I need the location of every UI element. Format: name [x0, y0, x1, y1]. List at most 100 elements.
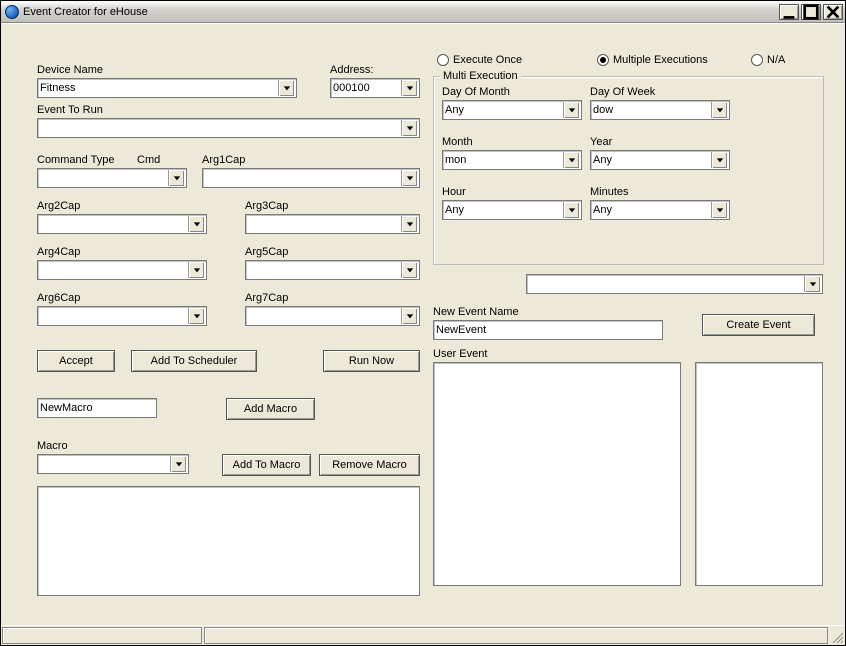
chevron-down-icon[interactable]	[563, 102, 579, 118]
minutes-value: Any	[593, 204, 711, 216]
command-type-combo[interactable]	[37, 168, 187, 188]
chevron-down-icon[interactable]	[401, 216, 417, 232]
address-label: Address:	[330, 64, 373, 76]
add-to-scheduler-button[interactable]: Add To Scheduler	[131, 350, 257, 372]
new-event-name-label: New Event Name	[433, 306, 519, 318]
day-of-week-value: dow	[593, 104, 711, 116]
arg5-combo[interactable]	[245, 260, 420, 280]
device-name-value: Fitness	[40, 82, 278, 94]
day-of-month-value: Any	[445, 104, 563, 116]
new-macro-input[interactable]	[37, 398, 157, 418]
radio-dot-icon	[600, 57, 606, 63]
device-name-combo[interactable]: Fitness	[37, 78, 297, 98]
arg1-label: Arg1Cap	[202, 154, 245, 166]
arg4-combo[interactable]	[37, 260, 207, 280]
secondary-listbox[interactable]	[695, 362, 823, 586]
day-of-month-label: Day Of Month	[442, 86, 510, 98]
year-label: Year	[590, 136, 612, 148]
close-button[interactable]	[823, 4, 843, 20]
macro-listbox[interactable]	[37, 486, 420, 596]
user-event-listbox[interactable]	[433, 362, 681, 586]
minutes-label: Minutes	[590, 186, 629, 198]
chevron-down-icon[interactable]	[711, 102, 727, 118]
macro-label: Macro	[37, 440, 68, 452]
arg5-label: Arg5Cap	[245, 246, 288, 258]
chevron-down-icon[interactable]	[401, 80, 417, 96]
accept-button[interactable]: Accept	[37, 350, 115, 372]
chevron-down-icon[interactable]	[711, 202, 727, 218]
chevron-down-icon[interactable]	[711, 152, 727, 168]
arg6-label: Arg6Cap	[37, 292, 80, 304]
chevron-down-icon[interactable]	[804, 276, 820, 292]
app-icon	[5, 5, 19, 19]
titlebar: Event Creator for eHouse	[1, 1, 845, 23]
chevron-down-icon[interactable]	[188, 308, 204, 324]
arg7-combo[interactable]	[245, 306, 420, 326]
radio-label: Multiple Executions	[613, 54, 708, 66]
day-of-week-combo[interactable]: dow	[590, 100, 730, 120]
chevron-down-icon[interactable]	[401, 170, 417, 186]
status-pane-1	[2, 627, 202, 644]
client-area: Execute Once Multiple Executions N/A Dev…	[1, 23, 845, 625]
window-title: Event Creator for eHouse	[23, 6, 779, 18]
event-to-run-label: Event To Run	[37, 104, 103, 116]
create-event-button[interactable]: Create Event	[702, 314, 815, 336]
radio-multiple-executions[interactable]: Multiple Executions	[597, 54, 708, 66]
arg3-combo[interactable]	[245, 214, 420, 234]
device-name-label: Device Name	[37, 64, 103, 76]
radio-circle-icon	[597, 54, 609, 66]
radio-na[interactable]: N/A	[751, 54, 785, 66]
new-event-name-input[interactable]	[433, 320, 663, 340]
radio-label: N/A	[767, 54, 785, 66]
chevron-down-icon[interactable]	[188, 216, 204, 232]
address-combo[interactable]: 000100	[330, 78, 420, 98]
year-combo[interactable]: Any	[590, 150, 730, 170]
arg7-label: Arg7Cap	[245, 292, 288, 304]
hour-value: Any	[445, 204, 563, 216]
day-of-week-label: Day Of Week	[590, 86, 655, 98]
address-value: 000100	[333, 82, 401, 94]
add-to-macro-button[interactable]: Add To Macro	[222, 454, 311, 476]
chevron-down-icon[interactable]	[168, 170, 184, 186]
event-to-run-combo[interactable]	[37, 118, 420, 138]
arg2-combo[interactable]	[37, 214, 207, 234]
multi-execution-legend: Multi Execution	[440, 70, 521, 82]
arg4-label: Arg4Cap	[37, 246, 80, 258]
command-type-label: Command Type	[37, 154, 114, 166]
hour-combo[interactable]: Any	[442, 200, 582, 220]
status-pane-2	[204, 627, 828, 644]
add-macro-button[interactable]: Add Macro	[226, 398, 315, 420]
remove-macro-button[interactable]: Remove Macro	[319, 454, 420, 476]
macro-combo[interactable]	[37, 454, 189, 474]
month-value: mon	[445, 154, 563, 166]
year-value: Any	[593, 154, 711, 166]
radio-circle-icon	[751, 54, 763, 66]
cmd-label: Cmd	[137, 154, 160, 166]
arg1-combo[interactable]	[202, 168, 420, 188]
radio-execute-once[interactable]: Execute Once	[437, 54, 522, 66]
statusbar	[1, 625, 845, 645]
resize-grip-icon[interactable]	[829, 626, 845, 645]
window: Event Creator for eHouse Execute Once Mu…	[0, 0, 846, 646]
chevron-down-icon[interactable]	[401, 120, 417, 136]
chevron-down-icon[interactable]	[401, 308, 417, 324]
user-event-label: User Event	[433, 348, 487, 360]
arg6-combo[interactable]	[37, 306, 207, 326]
maximize-button[interactable]	[801, 4, 821, 20]
run-now-button[interactable]: Run Now	[323, 350, 420, 372]
month-label: Month	[442, 136, 473, 148]
chevron-down-icon[interactable]	[401, 262, 417, 278]
minutes-combo[interactable]: Any	[590, 200, 730, 220]
chevron-down-icon[interactable]	[170, 456, 186, 472]
month-combo[interactable]: mon	[442, 150, 582, 170]
chevron-down-icon[interactable]	[188, 262, 204, 278]
extra-combo[interactable]	[526, 274, 823, 294]
chevron-down-icon[interactable]	[278, 80, 294, 96]
chevron-down-icon[interactable]	[563, 152, 579, 168]
arg3-label: Arg3Cap	[245, 200, 288, 212]
arg2-label: Arg2Cap	[37, 200, 80, 212]
day-of-month-combo[interactable]: Any	[442, 100, 582, 120]
chevron-down-icon[interactable]	[563, 202, 579, 218]
radio-circle-icon	[437, 54, 449, 66]
minimize-button[interactable]	[779, 4, 799, 20]
